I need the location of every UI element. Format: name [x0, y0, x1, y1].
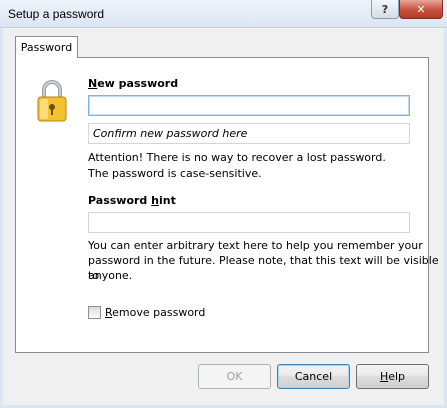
help-button[interactable]: Help	[356, 364, 429, 389]
cancel-button[interactable]: Cancel	[277, 364, 350, 389]
warning-line-1: Attention! There is no way to recover a …	[88, 151, 386, 164]
hint-description-line-1: You can enter arbitrary text here to hel…	[88, 239, 423, 252]
hint-description-line-2: password in the future. Please note, tha…	[88, 254, 439, 282]
password-hint-label: Password hint	[88, 194, 176, 207]
question-mark-icon: ?	[381, 2, 389, 16]
remove-password-checkbox[interactable]	[88, 306, 101, 319]
title-bar: Setup a password ? ✕	[0, 0, 447, 28]
warning-line-2: The password is case-sensitive.	[88, 167, 262, 180]
window-title: Setup a password	[8, 7, 105, 21]
new-password-input[interactable]	[88, 95, 410, 116]
close-button[interactable]: ✕	[399, 0, 443, 19]
new-password-label: New password	[88, 77, 179, 90]
ok-button[interactable]: OK	[198, 364, 271, 389]
password-hint-input[interactable]	[88, 212, 410, 233]
tab-password[interactable]: Password	[15, 36, 78, 58]
lock-icon	[37, 80, 67, 122]
help-title-button[interactable]: ?	[371, 0, 399, 19]
confirm-password-input[interactable]	[88, 123, 410, 144]
remove-password-option[interactable]: Remove password	[88, 306, 205, 319]
hint-description-line-3: anyone.	[88, 269, 133, 282]
close-icon: ✕	[416, 2, 426, 16]
remove-password-label: Remove password	[105, 306, 206, 319]
